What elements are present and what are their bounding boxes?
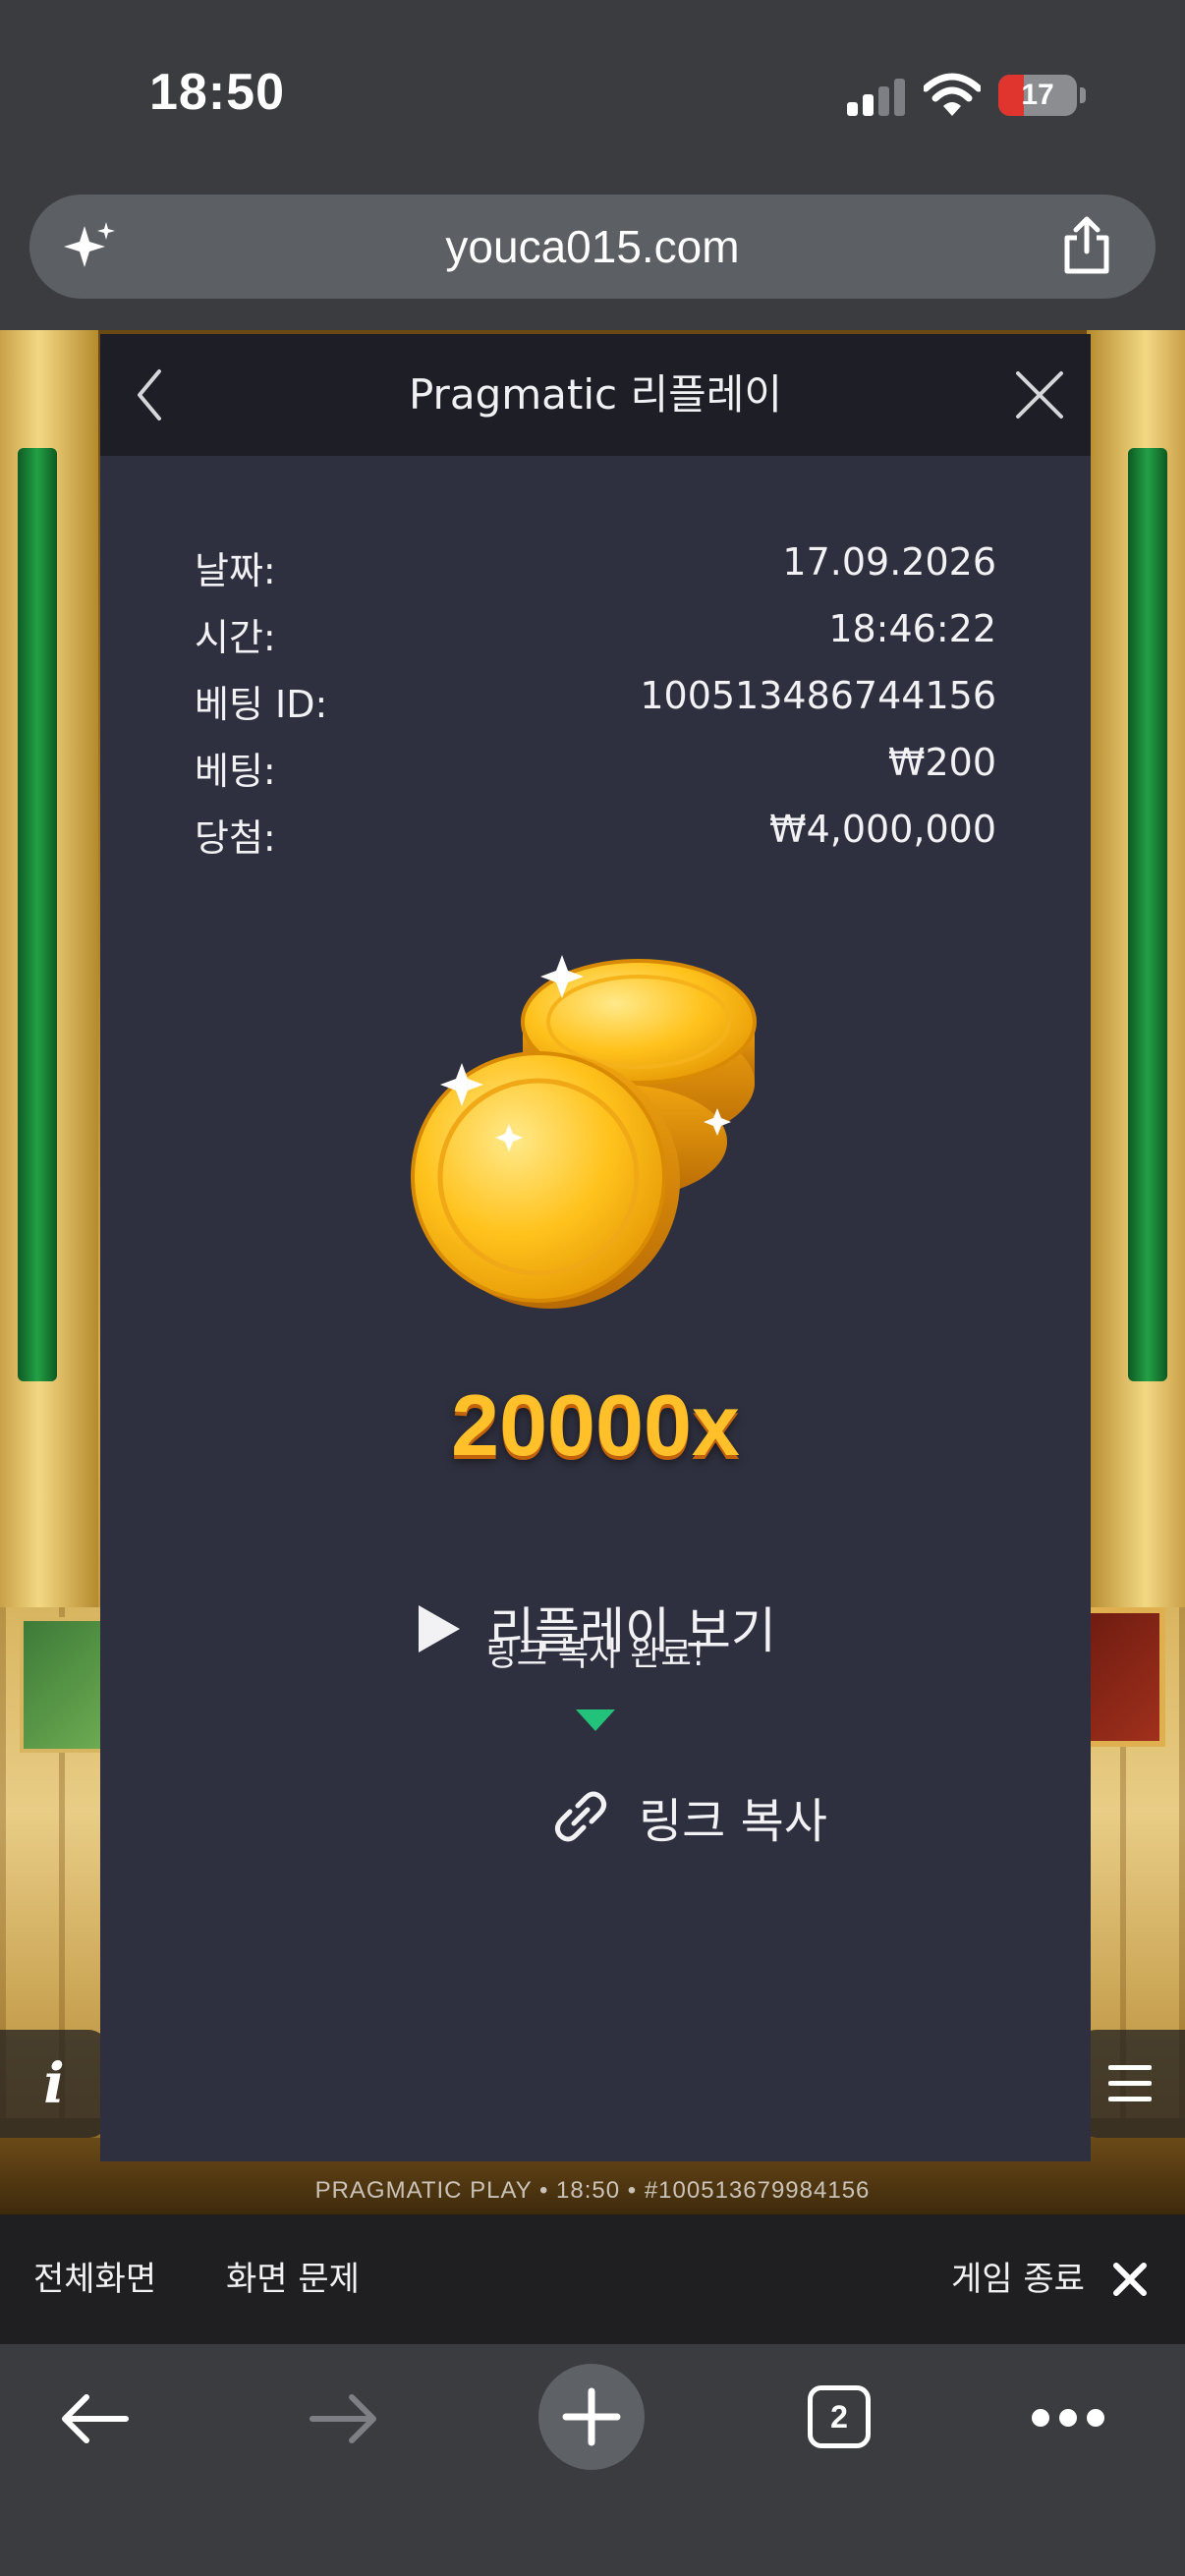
date-value: 17.09.2026 bbox=[782, 540, 996, 584]
more-options-icon[interactable] bbox=[1032, 2409, 1104, 2429]
battery-nub bbox=[1080, 87, 1086, 103]
game-pillar-left bbox=[0, 330, 98, 1607]
info-row-time: 시간: 18:46:22 bbox=[195, 607, 996, 666]
screen-issue-button[interactable]: 화면 문제 bbox=[226, 2214, 360, 2344]
modal-header: Pragmatic 리플레이 bbox=[100, 334, 1091, 456]
close-icon[interactable] bbox=[1006, 362, 1073, 428]
game-info-button[interactable]: i bbox=[0, 2030, 108, 2138]
bet-value: ₩200 bbox=[887, 741, 996, 784]
modal-title: Pragmatic 리플레이 bbox=[408, 370, 783, 419]
gold-coins-icon bbox=[403, 935, 776, 1328]
info-row-bet: 베팅: ₩200 bbox=[195, 741, 996, 800]
status-bar: 18:50 17 youca015.com bbox=[0, 0, 1185, 299]
win-label: 당첨: bbox=[195, 816, 276, 860]
address-bar[interactable]: youca015.com bbox=[29, 195, 1156, 299]
share-icon[interactable] bbox=[1059, 216, 1114, 275]
win-value: ₩4,000,000 bbox=[769, 808, 996, 851]
game-footer-text: PRAGMATIC PLAY • 18:50 • #10051367998415… bbox=[314, 2177, 871, 2204]
game-pillar-right bbox=[1087, 330, 1185, 1607]
bet-id-value: 100513486744156 bbox=[640, 674, 996, 717]
browser-toolbar: 2 bbox=[0, 2344, 1185, 2576]
copy-link-button[interactable]: 링크 복사 bbox=[444, 1770, 837, 1859]
exit-game-button[interactable]: 게임 종료 bbox=[951, 2214, 1085, 2344]
cellular-signal-icon bbox=[847, 77, 906, 116]
battery-percentage: 17 bbox=[1021, 79, 1054, 111]
copy-link-label: 링크 복사 bbox=[639, 1794, 827, 1849]
forward-arrow-icon[interactable] bbox=[307, 2389, 381, 2448]
info-row-win: 당첨: ₩4,000,000 bbox=[195, 808, 996, 867]
back-arrow-icon[interactable] bbox=[57, 2389, 132, 2448]
link-icon bbox=[552, 1788, 609, 1845]
time-label: 시간: bbox=[195, 616, 276, 659]
new-tab-plus-icon[interactable] bbox=[538, 2364, 645, 2470]
replay-modal: Pragmatic 리플레이 날짜: 17.09.2026 시간: 18:46:… bbox=[100, 334, 1091, 2161]
info-row-date: 날짜: 17.09.2026 bbox=[195, 540, 996, 599]
bet-label: 베팅: bbox=[195, 750, 276, 793]
status-time: 18:50 bbox=[149, 64, 285, 121]
win-multiplier: 20000x bbox=[451, 1376, 740, 1474]
tab-switcher-button[interactable]: 2 bbox=[808, 2385, 871, 2448]
bet-id-label: 베팅 ID: bbox=[195, 683, 328, 726]
screen: 18:50 17 youca015.com i PRAGMATIC PLAY •… bbox=[0, 0, 1185, 2576]
date-label: 날짜: bbox=[195, 549, 276, 592]
url-text[interactable]: youca015.com bbox=[29, 195, 1156, 299]
exit-game-close-icon[interactable] bbox=[1108, 2258, 1152, 2301]
fullscreen-button[interactable]: 전체화면 bbox=[33, 2214, 156, 2344]
battery-icon: 17 bbox=[998, 75, 1077, 116]
game-menu-icon[interactable] bbox=[1077, 2030, 1185, 2138]
info-row-bet-id: 베팅 ID: 100513486744156 bbox=[195, 674, 996, 733]
wifi-icon bbox=[922, 73, 983, 118]
toast-arrow-icon bbox=[574, 1708, 617, 1733]
link-copied-toast: 링크 복사 완료! bbox=[485, 1635, 705, 1674]
game-control-bar: 전체화면 화면 문제 게임 종료 bbox=[0, 2214, 1185, 2344]
time-value: 18:46:22 bbox=[828, 607, 996, 650]
